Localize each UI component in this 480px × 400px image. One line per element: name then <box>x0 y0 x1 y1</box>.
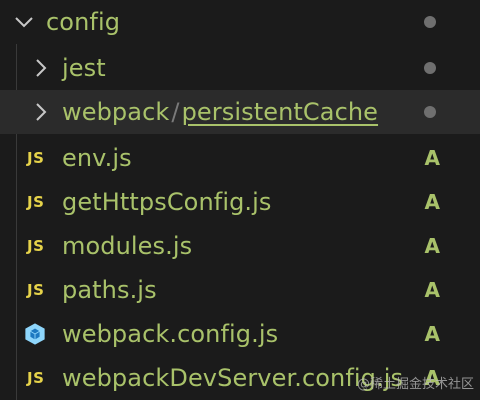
chevron-right-icon[interactable] <box>34 102 48 122</box>
file-label: env.js <box>62 144 132 172</box>
folder-label-jest: jest <box>62 54 106 82</box>
file-label: webpackDevServer.config.js <box>62 364 404 392</box>
file-row-env-js[interactable]: JS env.js A <box>0 136 480 180</box>
chevron-right-icon[interactable] <box>34 58 48 78</box>
javascript-icon: JS <box>27 281 45 299</box>
file-row-gethttpsconfig-js[interactable]: JS getHttpsConfig.js A <box>0 180 480 224</box>
modified-status-dot <box>424 106 436 118</box>
git-status-added: A <box>424 234 440 258</box>
folder-label-part-webpack: webpack <box>62 98 170 126</box>
javascript-icon: JS <box>27 237 45 255</box>
file-label: paths.js <box>62 276 157 304</box>
git-status-added: A <box>424 278 440 302</box>
file-label: modules.js <box>62 232 193 260</box>
modified-status-dot <box>424 62 436 74</box>
file-label: webpack.config.js <box>62 320 279 348</box>
folder-label-webpack-persistentcache: webpack/persistentCache <box>62 97 378 127</box>
modified-status-dot <box>424 16 436 28</box>
chevron-down-icon[interactable] <box>14 15 34 29</box>
javascript-icon: JS <box>27 149 45 167</box>
javascript-icon: JS <box>27 193 45 211</box>
file-explorer-tree: config jest webpack/persistentCache JS e… <box>0 0 480 400</box>
folder-label-part-persistentcache: persistentCache <box>181 98 379 126</box>
git-status-added: A <box>424 146 440 170</box>
webpack-icon <box>25 323 45 345</box>
folder-row-webpack-persistentcache[interactable]: webpack/persistentCache <box>0 90 480 134</box>
file-row-modules-js[interactable]: JS modules.js A <box>0 224 480 268</box>
folder-label-config: config <box>46 8 121 36</box>
watermark: @稀土掘金技术社区 <box>356 377 474 392</box>
git-status-added: A <box>424 190 440 214</box>
file-label: getHttpsConfig.js <box>62 188 272 216</box>
file-row-paths-js[interactable]: JS paths.js A <box>0 268 480 312</box>
folder-row-jest[interactable]: jest <box>0 46 480 90</box>
path-separator: / <box>171 98 180 126</box>
git-status-added: A <box>424 322 440 346</box>
folder-row-config[interactable]: config <box>0 0 480 44</box>
file-row-webpack-config-js[interactable]: webpack.config.js A <box>0 312 480 356</box>
javascript-icon: JS <box>27 369 45 387</box>
